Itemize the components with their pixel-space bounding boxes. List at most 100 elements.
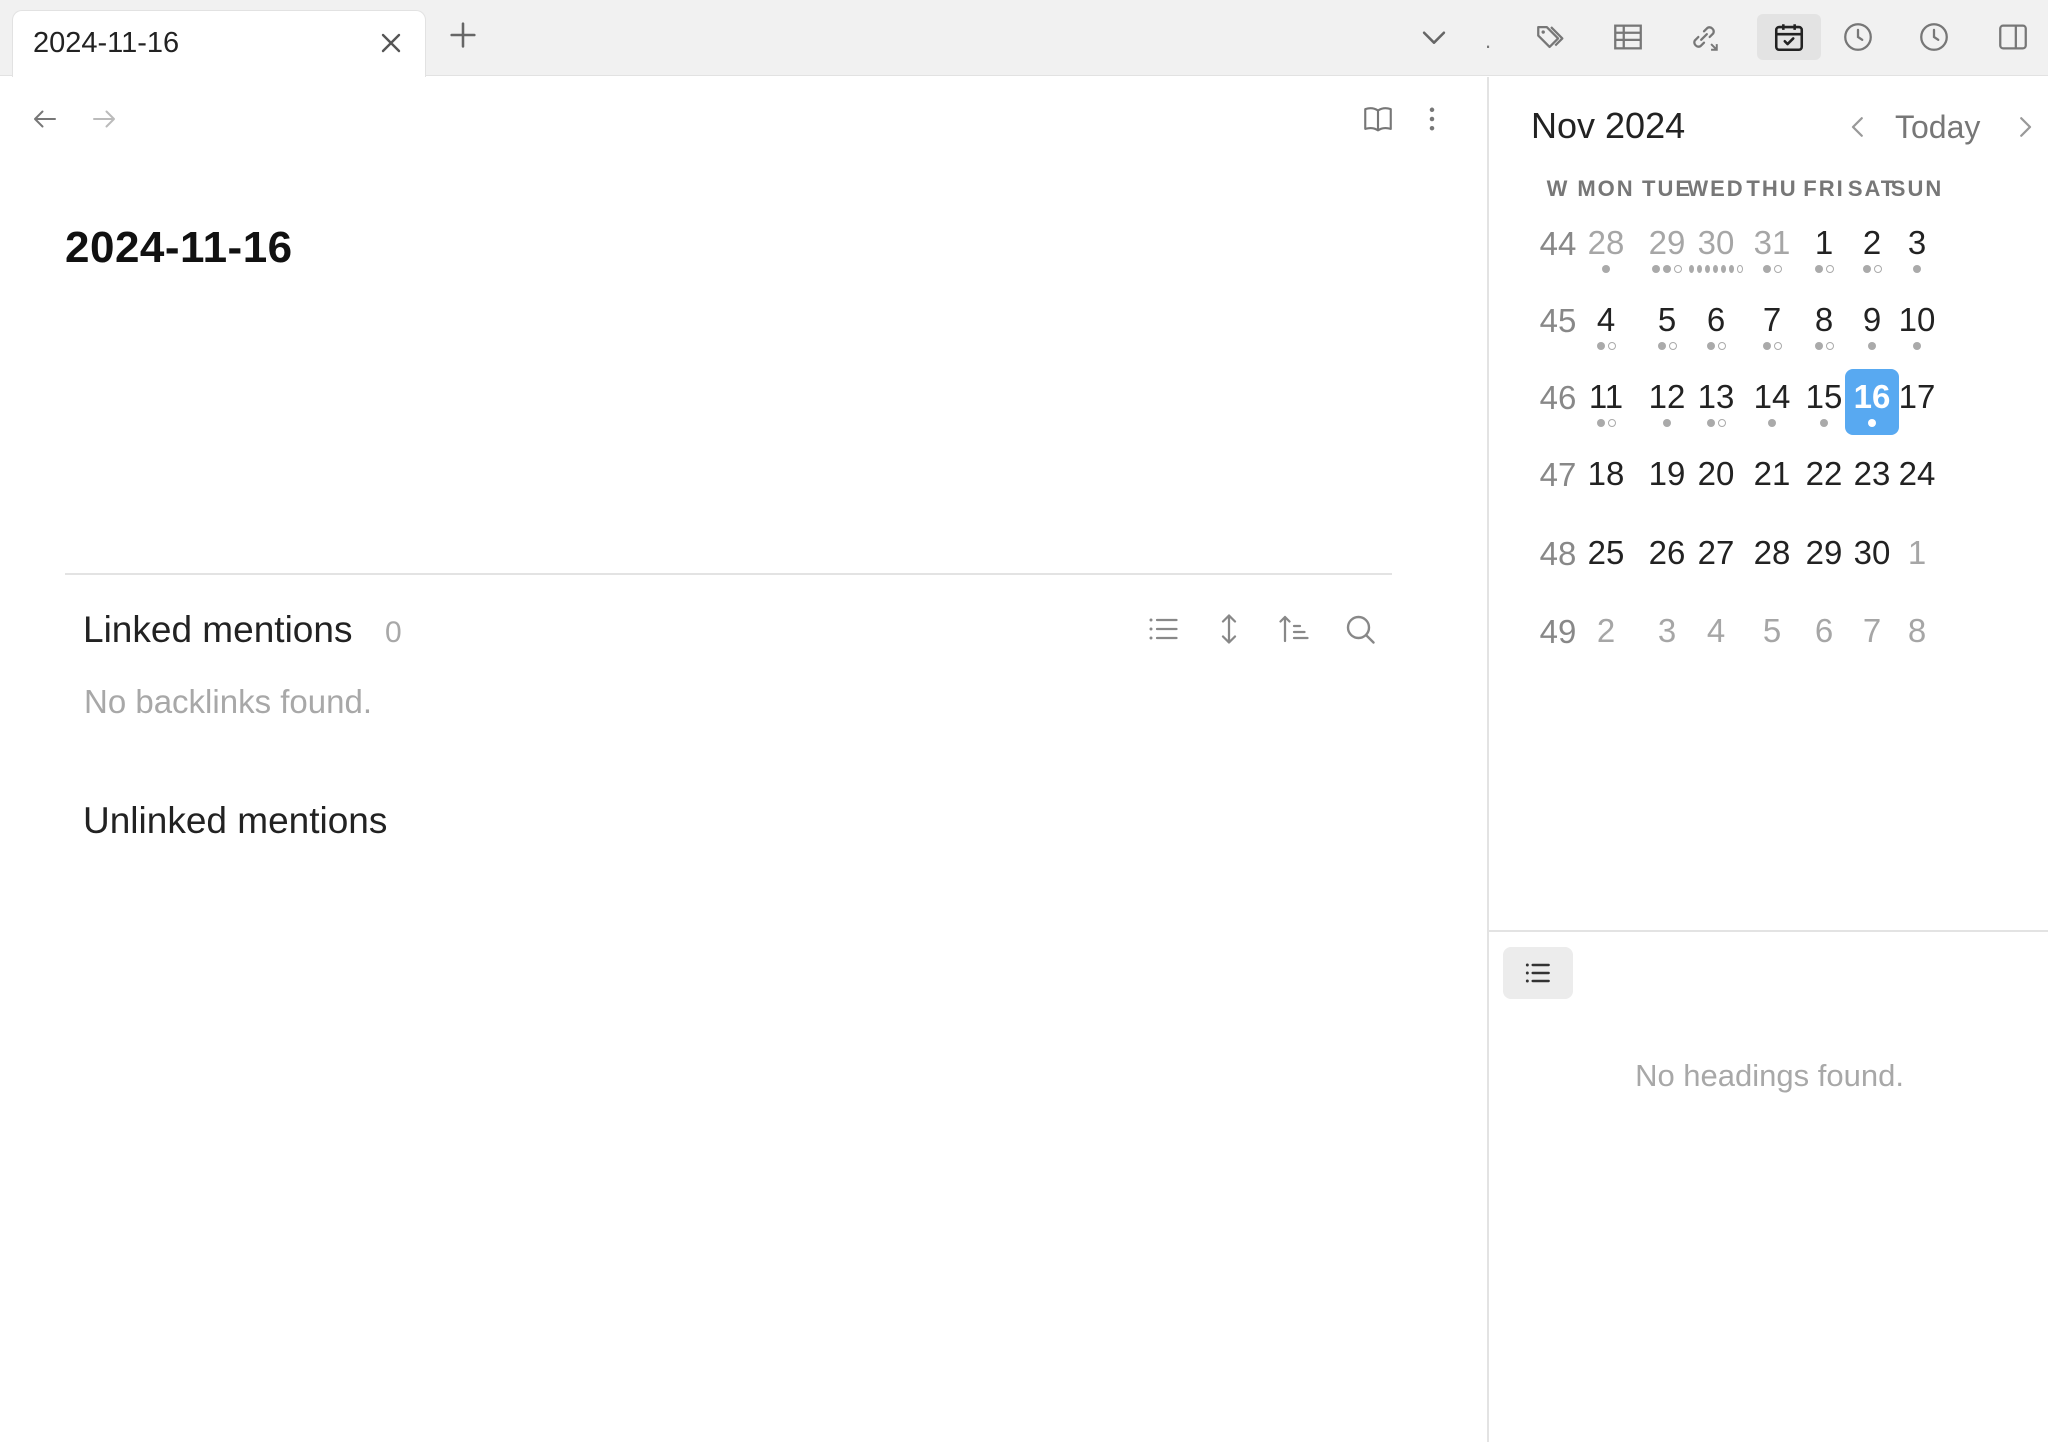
note-activity-dots bbox=[1890, 265, 1944, 275]
calendar-day[interactable]: 7 bbox=[1745, 292, 1799, 358]
note-activity-dots bbox=[1640, 575, 1694, 585]
activity-dot bbox=[1663, 419, 1671, 427]
calendar-day[interactable]: 1 bbox=[1797, 215, 1851, 281]
calendar-week-number: 45 bbox=[1539, 302, 1577, 339]
sort-icon[interactable] bbox=[1272, 607, 1316, 651]
note-activity-dots bbox=[1797, 419, 1851, 429]
calendar-day[interactable]: 15 bbox=[1797, 369, 1851, 435]
list-icon bbox=[1525, 963, 1550, 983]
chevron-down-icon[interactable] bbox=[1411, 14, 1457, 60]
note-activity-dots bbox=[1797, 342, 1851, 352]
activity-dot bbox=[1717, 342, 1726, 350]
calendar-day-number: 20 bbox=[1697, 455, 1735, 492]
reading-view-icon[interactable] bbox=[1356, 97, 1400, 141]
calendar-day[interactable]: 1 bbox=[1890, 525, 1944, 591]
calendar-day[interactable]: 30 bbox=[1689, 215, 1743, 281]
calendar-day[interactable]: 18 bbox=[1579, 446, 1633, 512]
tags-icon[interactable] bbox=[1528, 14, 1574, 60]
calendar-day-number: 3 bbox=[1907, 224, 1927, 261]
table-icon[interactable] bbox=[1605, 14, 1651, 60]
note-activity-dots bbox=[1797, 575, 1851, 585]
calendar-day[interactable]: 12 bbox=[1640, 369, 1694, 435]
linked-mentions-count: 0 bbox=[385, 616, 402, 649]
calendar-day[interactable]: 11 bbox=[1579, 369, 1633, 435]
note-title[interactable]: 2024-11-16 bbox=[65, 223, 293, 273]
calendar-day-number: 30 bbox=[1697, 224, 1735, 261]
activity-dot bbox=[1814, 265, 1823, 273]
calendar-day[interactable]: 28 bbox=[1579, 215, 1633, 281]
forward-arrow-icon[interactable] bbox=[84, 99, 124, 139]
note-activity-dots bbox=[1890, 653, 1944, 663]
calendar-day[interactable]: 5 bbox=[1745, 603, 1799, 669]
calendar-day[interactable]: 26 bbox=[1640, 525, 1694, 591]
activity-dot bbox=[1868, 419, 1876, 427]
note-activity-dots bbox=[1579, 653, 1633, 663]
link-icon[interactable] bbox=[1681, 14, 1727, 60]
calendar-day-number: 25 bbox=[1587, 534, 1625, 571]
calendar-week-number: 48 bbox=[1539, 535, 1577, 572]
calendar-day[interactable]: 4 bbox=[1689, 603, 1743, 669]
linked-mentions-heading[interactable]: Linked mentions bbox=[83, 609, 352, 651]
more-options-icon[interactable] bbox=[1410, 97, 1454, 141]
sidebar-toggle-icon[interactable] bbox=[1990, 14, 2036, 60]
calendar-day-number: 18 bbox=[1587, 455, 1625, 492]
calendar-day[interactable]: 4 bbox=[1579, 292, 1633, 358]
new-tab-icon[interactable] bbox=[446, 18, 480, 52]
calendar-today-button[interactable]: Today bbox=[1895, 109, 1980, 146]
calendar-day[interactable]: 27 bbox=[1689, 525, 1743, 591]
calendar-day[interactable]: 29 bbox=[1797, 525, 1851, 591]
calendar-day[interactable]: 19 bbox=[1640, 446, 1694, 512]
calendar-day[interactable]: 6 bbox=[1797, 603, 1851, 669]
list-view-icon[interactable] bbox=[1141, 607, 1185, 651]
calendar-week-number: 49 bbox=[1539, 613, 1577, 650]
calendar-check-icon[interactable] bbox=[1757, 14, 1821, 60]
outline-list-button[interactable] bbox=[1503, 947, 1573, 999]
calendar-day-number: 29 bbox=[1805, 534, 1843, 571]
clock-icon[interactable] bbox=[1835, 14, 1881, 60]
note-activity-dots bbox=[1689, 265, 1743, 275]
calendar-day[interactable]: 28 bbox=[1745, 525, 1799, 591]
calendar-day[interactable]: 8 bbox=[1890, 603, 1944, 669]
calendar-day-number: 6 bbox=[1706, 301, 1726, 338]
note-activity-dots bbox=[1745, 419, 1799, 429]
activity-dot bbox=[1602, 265, 1610, 273]
calendar-day[interactable]: 29 bbox=[1640, 215, 1694, 281]
back-arrow-icon[interactable] bbox=[25, 99, 65, 139]
calendar-day[interactable]: 3 bbox=[1890, 215, 1944, 281]
calendar-day[interactable]: 22 bbox=[1797, 446, 1851, 512]
calendar-day[interactable]: 10 bbox=[1890, 292, 1944, 358]
calendar-day[interactable]: 21 bbox=[1745, 446, 1799, 512]
calendar-day-number: 1 bbox=[1907, 534, 1927, 571]
chevron-left-icon[interactable] bbox=[1843, 105, 1873, 149]
calendar-day[interactable]: 31 bbox=[1745, 215, 1799, 281]
chevron-right-icon[interactable] bbox=[2010, 105, 2040, 149]
calendar-day[interactable]: 14 bbox=[1745, 369, 1799, 435]
calendar-day[interactable]: 6 bbox=[1689, 292, 1743, 358]
unlinked-mentions-heading[interactable]: Unlinked mentions bbox=[83, 800, 387, 842]
calendar-day[interactable]: 2 bbox=[1579, 603, 1633, 669]
calendar-day[interactable]: 3 bbox=[1640, 603, 1694, 669]
calendar-day[interactable]: 24 bbox=[1890, 446, 1944, 512]
calendar-day[interactable]: 20 bbox=[1689, 446, 1743, 512]
clock-icon[interactable] bbox=[1911, 14, 1957, 60]
activity-dot bbox=[1773, 265, 1782, 273]
calendar-day-number: 8 bbox=[1814, 301, 1834, 338]
tab-bar: 2024-11-16 . bbox=[0, 0, 2048, 77]
calendar-month-label: Nov 2024 bbox=[1531, 105, 1686, 146]
calendar-day[interactable]: 5 bbox=[1640, 292, 1694, 358]
close-icon[interactable] bbox=[375, 27, 407, 59]
activity-dot bbox=[1825, 265, 1834, 273]
calendar-day[interactable]: 13 bbox=[1689, 369, 1743, 435]
activity-dot bbox=[1868, 342, 1876, 350]
note-activity-dots bbox=[1890, 419, 1944, 429]
calendar-day[interactable]: 17 bbox=[1890, 369, 1944, 435]
activity-dot bbox=[1657, 342, 1666, 350]
calendar-day[interactable]: 25 bbox=[1579, 525, 1633, 591]
expand-vertical-icon[interactable] bbox=[1207, 607, 1251, 651]
search-icon[interactable] bbox=[1338, 607, 1382, 651]
note-activity-dots bbox=[1640, 419, 1694, 429]
tab-active[interactable]: 2024-11-16 bbox=[12, 10, 426, 77]
activity-dot bbox=[1596, 342, 1605, 350]
calendar-day[interactable]: 8 bbox=[1797, 292, 1851, 358]
note-activity-dots bbox=[1890, 496, 1944, 506]
